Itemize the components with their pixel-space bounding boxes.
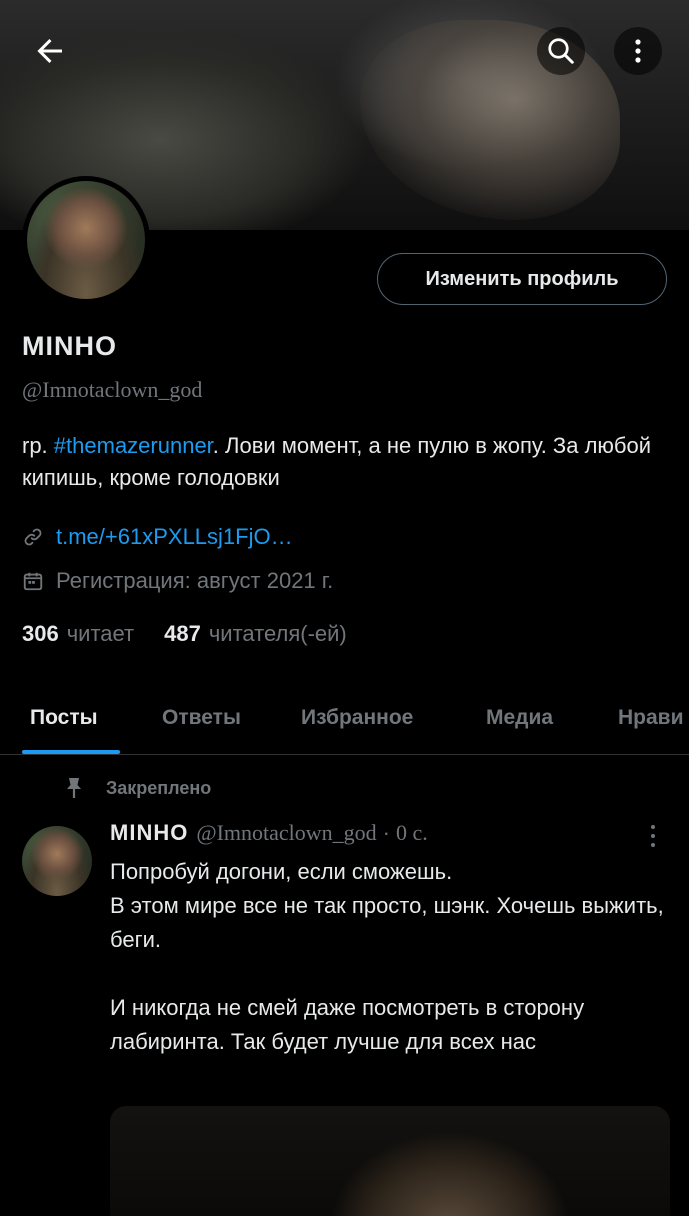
- tab-posts[interactable]: Посты: [30, 706, 98, 730]
- followers-count: 487: [164, 621, 201, 646]
- post-header: MINHO @Imnotaclown_god · 0 с.: [110, 820, 428, 846]
- tab-media[interactable]: Медиа: [486, 706, 553, 730]
- follow-stats: 306 читает 487 читателя(-ей): [22, 621, 347, 647]
- post-author-handle[interactable]: @Imnotaclown_god: [196, 820, 376, 846]
- search-button[interactable]: [537, 27, 585, 75]
- following-stat[interactable]: 306 читает: [22, 621, 134, 647]
- link-icon: [24, 528, 42, 546]
- followers-stat[interactable]: 487 читателя(-ей): [164, 621, 347, 647]
- profile-link[interactable]: t.me/+61xPXLLsj1FjO…: [56, 524, 293, 550]
- post-author-avatar[interactable]: [22, 826, 92, 896]
- calendar-icon: [23, 572, 43, 591]
- post-text: Попробуй догони, если сможешь. В этом ми…: [110, 855, 675, 1059]
- back-button[interactable]: [26, 27, 74, 75]
- tab-likes[interactable]: Нрави: [618, 706, 684, 730]
- profile-avatar[interactable]: [22, 176, 150, 304]
- more-options-button[interactable]: [614, 27, 662, 75]
- profile-joined-row: Регистрация: август 2021 г.: [22, 568, 333, 594]
- post-text-line: [110, 957, 675, 991]
- post-time[interactable]: 0 с.: [396, 820, 428, 846]
- post-text-line: В этом мире все не так просто, шэнк. Хоч…: [110, 893, 664, 952]
- edit-profile-button[interactable]: Изменить профиль: [377, 253, 667, 305]
- profile-name: MINHO: [22, 331, 117, 361]
- more-vertical-icon: [635, 39, 641, 63]
- pinned-label: Закреплено: [106, 777, 212, 798]
- profile-bio: rp. #themazerunner. Лови момент, а не пу…: [22, 430, 672, 494]
- pin-icon: [67, 778, 81, 798]
- arrow-left-icon: [37, 39, 62, 63]
- active-tab-indicator: [22, 750, 120, 754]
- tab-replies[interactable]: Ответы: [162, 706, 241, 730]
- joined-date: Регистрация: август 2021 г.: [56, 568, 334, 593]
- post-text-line: И никогда не смей даже посмотреть в стор…: [110, 995, 585, 1054]
- tab-highlights[interactable]: Избранное: [301, 706, 413, 730]
- post-text-line: Попробуй догони, если сможешь.: [110, 859, 453, 884]
- following-count: 306: [22, 621, 59, 646]
- post-separator: ·: [382, 820, 390, 845]
- post-more-icon[interactable]: [643, 822, 663, 850]
- profile-handle: @Imnotaclown_god: [22, 377, 203, 402]
- search-icon: [548, 38, 574, 64]
- avatar-image: [27, 181, 145, 299]
- post-author-name[interactable]: MINHO: [110, 820, 188, 846]
- profile-tabs: Посты Ответы Избранное Медиа Нрави: [0, 688, 689, 755]
- bio-hashtag-link[interactable]: #themazerunner: [54, 433, 213, 458]
- followers-label: читателя(-ей): [208, 621, 347, 646]
- pinned-indicator: Закреплено: [64, 776, 211, 800]
- following-label: читает: [66, 621, 135, 646]
- profile-link-row: t.me/+61xPXLLsj1FjO…: [22, 524, 293, 550]
- bio-prefix: rp.: [22, 433, 54, 458]
